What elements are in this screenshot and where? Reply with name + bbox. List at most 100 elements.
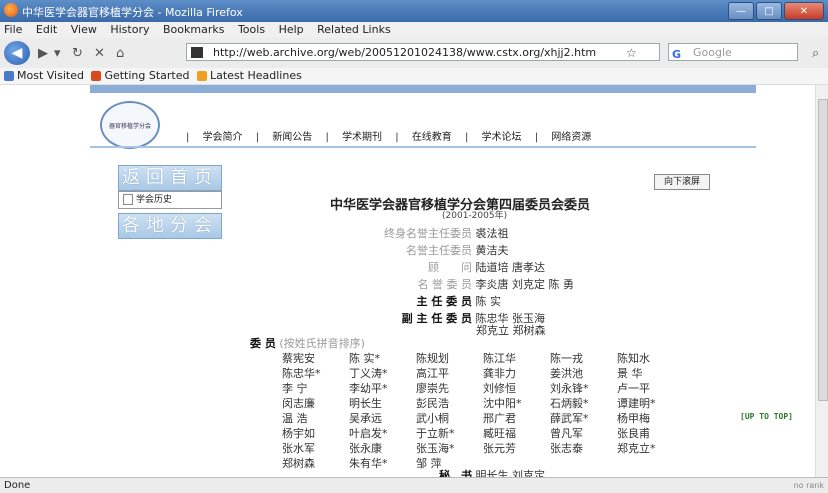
member-name: 谭建明* [617, 397, 656, 410]
up-to-top-link[interactable]: [UP TO TOP] [740, 412, 793, 421]
reload-icon[interactable]: ↻ [72, 46, 83, 61]
rss-icon [197, 71, 207, 81]
nav-separator: | [186, 132, 190, 143]
members-label: 委 员 [250, 337, 276, 350]
member-name: 杨甲梅 [617, 412, 650, 425]
role-row: 顾 问 陆道培 唐孝达 [356, 259, 545, 275]
term-years: (2001-2005年) [442, 211, 508, 221]
member-name: 武小桐 [416, 412, 449, 425]
role-label: 主 任 委 员 [416, 295, 473, 308]
search-go-icon[interactable]: ⌕ [812, 46, 819, 61]
scroll-down-button[interactable]: 向下滚屏 [654, 174, 710, 190]
member-name: 叶启发* [349, 427, 388, 440]
nav-news[interactable]: 新闻公告 [272, 129, 312, 147]
menu-related-links[interactable]: Related Links [317, 22, 391, 38]
top-navigation: | 学会简介 | 新闻公告 | 学术期刊 | 在线教育 | 学术论坛 | 网络资… [90, 129, 756, 147]
window-title: 中华医学会器官移植学分会 - Mozilla Firefox [22, 6, 243, 19]
branches-button[interactable]: 各地分会 [118, 213, 222, 239]
member-name: 张元芳 [483, 442, 516, 455]
header-strip [90, 85, 756, 93]
member-name: 陈 实* [349, 352, 380, 365]
members-row: 蔡宪安 陈 实* 陈规划 陈江华 陈一戎 陈知水 [282, 350, 684, 365]
member-name: 张志泰 [550, 442, 583, 455]
home-icon[interactable]: ⌂ [116, 46, 124, 61]
role-label: 名 誉 委 员 [417, 278, 473, 291]
history-link[interactable]: 学会历史 [118, 191, 222, 209]
getting-started-icon [91, 71, 102, 81]
member-name: 高江平 [416, 367, 449, 380]
nav-resources[interactable]: 网络资源 [551, 129, 591, 147]
menu-help[interactable]: Help [279, 22, 304, 38]
address-bar[interactable]: http://web.archive.org/web/2005120102413… [186, 43, 660, 61]
role-names: 陈 实 [475, 295, 502, 308]
members-row: 温 浩 吴承远 武小桐 邢广君 薛武军* 杨甲梅 [282, 410, 684, 425]
secretary-names: 明长生 刘克定 [475, 469, 546, 477]
member-name: 龚非力 [483, 367, 516, 380]
member-name: 丁义涛* [349, 367, 388, 380]
nav-journal[interactable]: 学术期刊 [342, 129, 382, 147]
members-grid: 蔡宪安 陈 实* 陈规划 陈江华 陈一戎 陈知水 陈忠华* 丁义涛* 高江平 龚非力 姜洪池 景 华… [282, 350, 684, 470]
member-name: 郑树森 [282, 457, 315, 470]
member-name: 明长生 [349, 397, 382, 410]
menu-edit[interactable]: Edit [36, 22, 57, 38]
document-icon [123, 194, 133, 205]
bookmark-label: Most Visited [17, 69, 84, 82]
members-row: 李 宁 李幼平* 廖崇先 刘修恒 刘永锋* 卢一平 [282, 380, 684, 395]
navigation-toolbar: ◀ ▶ ▾ ↻ ✕ ⌂ http://web.archive.org/web/2… [0, 38, 828, 69]
stop-icon[interactable]: ✕ [94, 46, 105, 61]
member-name: 陈一戎 [550, 352, 583, 365]
member-name: 彭民浩 [416, 397, 449, 410]
member-name: 刘修恒 [483, 382, 516, 395]
search-placeholder: Google [693, 46, 732, 59]
member-name: 石炳毅* [550, 397, 589, 410]
bookmark-star-icon[interactable]: ☆ [626, 46, 637, 60]
member-name: 李 宁 [282, 382, 308, 395]
scrollbar-thumb[interactable] [818, 99, 828, 401]
address-text: http://web.archive.org/web/2005120102413… [213, 46, 597, 59]
minimize-button[interactable]: — [728, 2, 754, 20]
member-name: 陈江华 [483, 352, 516, 365]
role-names: 陆道培 唐孝达 [475, 261, 546, 274]
menu-bar: File Edit View History Bookmarks Tools H… [0, 22, 828, 38]
member-name: 闵志廉 [282, 397, 315, 410]
menu-tools[interactable]: Tools [238, 22, 265, 38]
web-content: 器官移植学分会 | 学会简介 | 新闻公告 | 学术期刊 | 在线教育 | 学术… [0, 85, 816, 477]
member-name: 于立新* [416, 427, 455, 440]
role-row: 名誉主任委员 黄洁夫 [356, 242, 509, 258]
bookmark-most-visited[interactable]: Most Visited [4, 68, 84, 84]
dropdown-icon[interactable]: ▾ [54, 46, 61, 61]
role-row: 名 誉 委 员 李炎唐 刘克定 陈 勇 [356, 276, 575, 292]
nav-separator: | [465, 132, 469, 143]
maximize-button[interactable]: □ [756, 2, 782, 20]
bookmark-getting-started[interactable]: Getting Started [91, 68, 190, 84]
menu-file[interactable]: File [4, 22, 22, 38]
status-tray: no rank [793, 481, 824, 490]
back-button[interactable]: ◀ [4, 41, 30, 65]
member-name: 邢广君 [483, 412, 516, 425]
forward-icon[interactable]: ▶ [38, 46, 48, 61]
nav-forum[interactable]: 学术论坛 [482, 129, 522, 147]
member-name: 沈中阳* [483, 397, 522, 410]
menu-view[interactable]: View [71, 22, 97, 38]
vertical-scrollbar[interactable] [815, 85, 828, 477]
status-bar: Done no rank [0, 477, 828, 493]
home-page-button[interactable]: 返回首页 [118, 165, 222, 191]
menu-history[interactable]: History [110, 22, 149, 38]
role-names: 黄洁夫 [475, 244, 509, 257]
search-box[interactable]: G Google [668, 43, 798, 61]
menu-bookmarks[interactable]: Bookmarks [163, 22, 224, 38]
window-controls: — □ ✕ [728, 2, 824, 20]
member-name: 张玉海* [416, 442, 455, 455]
close-button[interactable]: ✕ [784, 2, 824, 20]
nav-separator: | [255, 132, 260, 143]
nav-divider [90, 146, 756, 148]
nav-about[interactable]: 学会简介 [203, 129, 243, 147]
role-label: 终身名誉主任委员 [384, 227, 472, 240]
member-name: 李幼平* [349, 382, 388, 395]
site-favicon-icon [191, 47, 203, 58]
member-name: 吴承远 [349, 412, 382, 425]
nav-education[interactable]: 在线教育 [412, 129, 452, 147]
members-row: 闵志廉 明长生 彭民浩 沈中阳* 石炳毅* 谭建明* [282, 395, 684, 410]
role-label: 名誉主任委员 [406, 244, 472, 257]
bookmark-latest-headlines[interactable]: Latest Headlines [197, 68, 302, 84]
